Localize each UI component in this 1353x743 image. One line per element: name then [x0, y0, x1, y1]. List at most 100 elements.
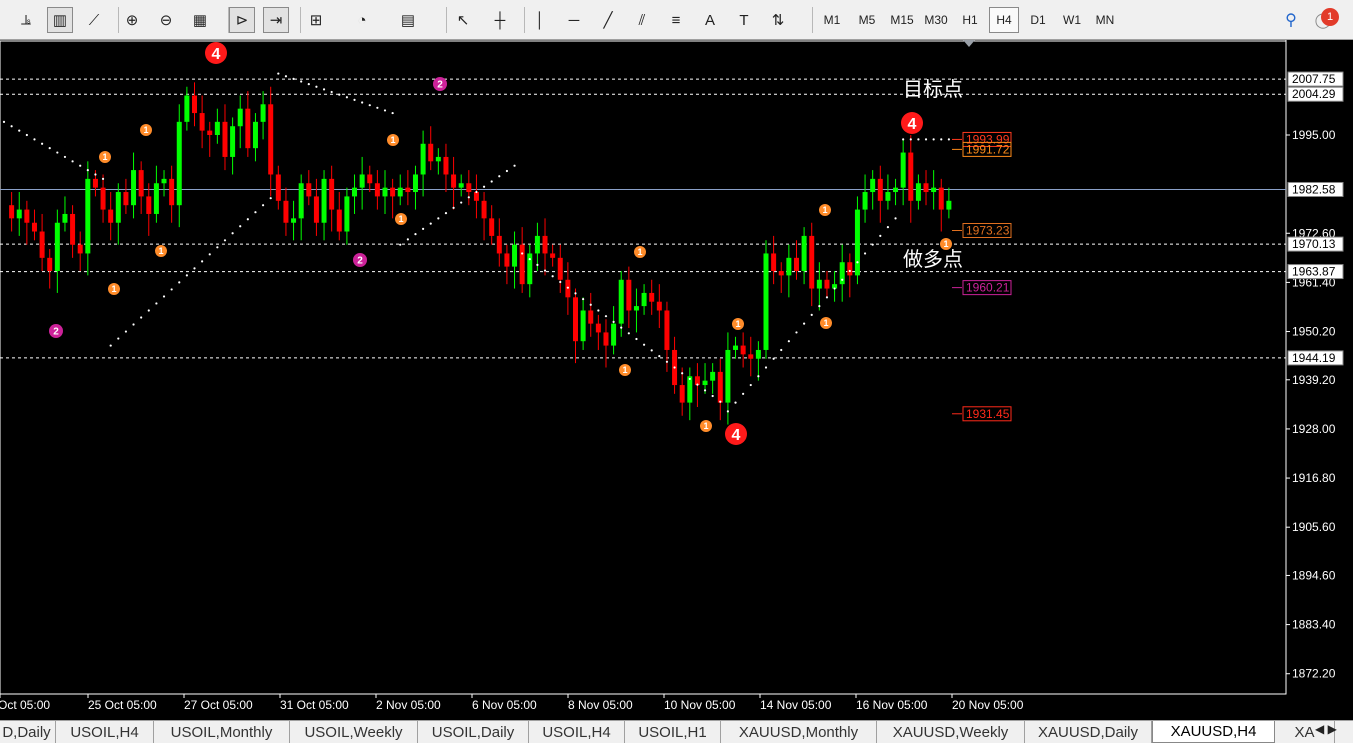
sar-dot [803, 322, 806, 325]
sar-dot [566, 286, 569, 289]
sar-dot [383, 109, 387, 112]
text-label-icon[interactable]: T [731, 7, 757, 33]
chart-tab[interactable]: USOIL,Daily [418, 721, 529, 743]
candle-body [92, 178, 98, 188]
sar-dot [749, 383, 752, 387]
chart-shift-icon[interactable]: ⇥ [263, 7, 289, 33]
timeframe-w1[interactable]: W1 [1057, 7, 1087, 33]
sar-dot [559, 280, 562, 284]
sar-dot [742, 392, 745, 395]
chart-tab[interactable]: USOIL,Monthly [154, 721, 290, 743]
sar-dot [460, 201, 463, 204]
indicators-icon[interactable]: ⊞ [303, 7, 329, 33]
crosshair-icon[interactable]: ┼ [487, 7, 513, 33]
sar-dot [642, 343, 646, 346]
arrows-icon[interactable]: ⇅ [765, 7, 791, 33]
templates-icon[interactable]: ▤ [395, 7, 421, 33]
wave1-label-text: 1 [390, 135, 395, 145]
text-icon[interactable]: A [697, 7, 723, 33]
sar-dot [170, 288, 173, 291]
candle-body [405, 187, 411, 193]
candle-body [809, 235, 815, 289]
candle-body [108, 209, 114, 223]
candle-body [192, 95, 197, 114]
sar-dot [612, 320, 615, 323]
chart-tab[interactable]: D,Daily [0, 721, 56, 743]
sar-dot [498, 175, 501, 178]
sar-dot [300, 80, 303, 83]
sar-dot [467, 196, 470, 199]
zoom-in-icon[interactable]: ⊕ [119, 7, 145, 33]
sar-dot [757, 375, 760, 378]
candle-body [801, 235, 807, 271]
chart-tab[interactable]: XAUUSD,Daily [1025, 721, 1152, 743]
candle-body [885, 192, 891, 201]
crosshair-bars-icon[interactable]: ⫡ [13, 7, 39, 33]
wave2-label-text: 2 [437, 80, 443, 91]
chart-tab[interactable]: USOIL,H4 [529, 721, 625, 743]
chart-canvas[interactable]: 1995.001972.601961.401950.201939.201928.… [0, 40, 1353, 720]
chart-tab[interactable]: USOIL,H4 [56, 721, 154, 743]
candle-body [435, 156, 441, 162]
candle-body [412, 174, 418, 193]
candle-body [237, 108, 243, 127]
chart-tab[interactable]: USOIL,H1 [625, 721, 721, 743]
equidistant-channel-icon[interactable]: ⫽ [629, 7, 655, 33]
sar-dot [414, 233, 417, 236]
sar-dot [780, 348, 783, 352]
sar-dot [894, 217, 897, 220]
timeframe-h4[interactable]: H4 [989, 7, 1019, 33]
candlesticks-icon[interactable]: ▥ [47, 7, 73, 33]
sar-dot [924, 138, 928, 141]
autoscroll-icon[interactable]: ⊳ [229, 7, 255, 33]
time-label: 16 Nov 05:00 [856, 698, 928, 712]
candle-body [519, 244, 525, 285]
search-icon[interactable]: ⚲ [1278, 7, 1304, 33]
sar-dot [795, 331, 798, 334]
notification-badge[interactable]: 1 [1321, 8, 1339, 26]
chart-tab[interactable]: XAUUSD,H4 [1152, 721, 1275, 743]
tile-windows-icon[interactable]: ▦ [187, 7, 213, 33]
trendline-icon[interactable]: ╱ [595, 7, 621, 33]
vertical-line-icon[interactable]: │ [527, 7, 553, 33]
chart-tab[interactable]: XAUUSD,Monthly [721, 721, 877, 743]
sar-dot [231, 232, 234, 235]
zoom-out-icon[interactable]: ⊖ [153, 7, 179, 33]
sar-dot [353, 98, 356, 102]
sar-dot [2, 120, 6, 123]
sar-dot [292, 77, 295, 80]
toolbar-separator [524, 7, 525, 33]
candle-body [153, 183, 159, 214]
wave1-label-text: 1 [111, 284, 116, 294]
boxed-level-label: 1991.72 [966, 142, 1010, 156]
fibonacci-icon[interactable]: ≡ [663, 7, 689, 33]
timeframe-m1[interactable]: M1 [817, 7, 847, 33]
sar-dot [361, 101, 364, 104]
sar-dot [132, 323, 135, 326]
candle-body [923, 183, 929, 193]
chart-tab[interactable]: XAUUSD,Weekly [877, 721, 1025, 743]
candle-body [473, 192, 479, 201]
timeframe-m5[interactable]: M5 [852, 7, 882, 33]
timeframe-mn[interactable]: MN [1090, 7, 1120, 33]
line-chart-icon[interactable]: ⟋ [81, 7, 107, 33]
horizontal-line-icon[interactable]: ─ [561, 7, 587, 33]
timeframe-h1[interactable]: H1 [955, 7, 985, 33]
timeframe-m30[interactable]: M30 [921, 7, 951, 33]
candle-body [138, 170, 144, 197]
sar-dot [490, 180, 493, 183]
level-label: 1963.87 [1292, 265, 1336, 279]
price-chart[interactable]: 1995.00 1972.60 1961.40 1950.20 1939.20 1928.… [0, 40, 1353, 720]
sar-dot [917, 138, 920, 141]
chart-tab[interactable]: USOIL,Weekly [290, 721, 418, 743]
sar-dot [185, 274, 188, 277]
wave1-label-text: 1 [735, 319, 740, 329]
candle-body [62, 213, 68, 223]
candle-body [534, 235, 540, 254]
sar-dot [932, 138, 935, 141]
tab-scroll-arrows[interactable]: ◀ ▶ [1315, 722, 1337, 736]
timeframe-d1[interactable]: D1 [1023, 7, 1053, 33]
cursor-icon[interactable]: ↖ [450, 7, 476, 33]
periods-icon[interactable]: ◔ [349, 7, 375, 33]
timeframe-m15[interactable]: M15 [887, 7, 917, 33]
